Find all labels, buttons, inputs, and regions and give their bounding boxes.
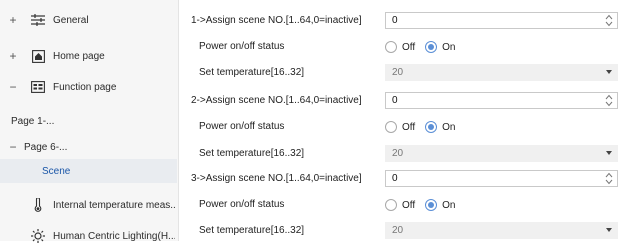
sidebar-item-human-centric-lighting[interactable]: Human Centric Lighting(H... — [0, 224, 177, 248]
power-status-label: Power on/off status — [199, 41, 285, 52]
assign-scene-input[interactable]: 0 — [385, 92, 618, 109]
scene-1-power-row: Power on/off status Off On — [179, 35, 622, 59]
spin-arrows-icon[interactable] — [605, 172, 613, 185]
scene-3-assign-row: 3->Assign scene NO.[1..64,0=inactive] 0 — [179, 167, 622, 191]
temperature-select[interactable]: 20 — [385, 145, 618, 162]
power-on-label: On — [442, 199, 456, 211]
power-on-radio[interactable] — [425, 121, 438, 133]
sidebar-item-home-page[interactable]: + Home page — [0, 44, 177, 68]
function-page-icon — [30, 80, 46, 94]
set-temperature-label: Set temperature[16..32] — [199, 67, 305, 78]
sidebar-item-label: Internal temperature meas... — [53, 199, 175, 211]
scene-settings-panel: 1->Assign scene NO.[1..64,0=inactive] 0 … — [179, 0, 622, 241]
power-off-label: Off — [402, 41, 416, 53]
assign-scene-label: 2->Assign scene NO.[1..64,0=inactive] — [191, 95, 362, 106]
set-temperature-label: Set temperature[16..32] — [199, 225, 305, 236]
power-off-label: Off — [402, 199, 416, 211]
scene-2-power-row: Power on/off status Off On — [179, 115, 622, 139]
temperature-value: 20 — [392, 225, 404, 236]
sidebar-item-internal-temperature[interactable]: Internal temperature meas... — [0, 193, 177, 217]
power-radio-group: Off On — [385, 193, 466, 217]
sidebar-item-label: Function page — [53, 81, 117, 93]
power-radio-group: Off On — [385, 35, 466, 59]
assign-scene-input[interactable]: 0 — [385, 12, 618, 29]
sidebar-item-function-page[interactable]: − Function page — [0, 75, 177, 99]
scene-2-assign-row: 2->Assign scene NO.[1..64,0=inactive] 0 — [179, 89, 622, 113]
power-status-label: Power on/off status — [199, 199, 285, 210]
assign-scene-value: 0 — [392, 173, 398, 184]
temperature-select[interactable]: 20 — [385, 64, 618, 81]
power-on-label: On — [442, 121, 456, 133]
sliders-icon — [30, 13, 46, 27]
sidebar-item-label: Page 1-... — [11, 115, 55, 127]
sidebar-item-page-6[interactable]: − Page 6-... — [0, 135, 177, 159]
scene-3-temperature-row: Set temperature[16..32] 20 °C — [179, 219, 622, 243]
power-radio-group: Off On — [385, 115, 466, 139]
assign-scene-label: 1->Assign scene NO.[1..64,0=inactive] — [191, 15, 362, 26]
sidebar-item-page-1[interactable]: Page 1-... — [0, 109, 177, 133]
assign-scene-value: 0 — [392, 95, 398, 106]
home-icon — [30, 49, 46, 63]
sidebar-item-label: Scene — [42, 165, 71, 177]
power-off-label: Off — [402, 121, 416, 133]
temperature-select[interactable]: 20 — [385, 222, 618, 239]
sidebar: + General + Home page − Function page Pa… — [0, 0, 179, 243]
temperature-value: 20 — [392, 148, 404, 159]
power-on-radio[interactable] — [425, 41, 438, 53]
power-off-radio[interactable] — [385, 41, 397, 53]
power-on-label: On — [442, 41, 456, 53]
collapse-toggle[interactable]: − — [8, 80, 18, 94]
chevron-down-icon — [606, 228, 612, 232]
sidebar-item-label: Page 6-... — [24, 141, 68, 153]
assign-scene-input[interactable]: 0 — [385, 170, 618, 187]
scene-2-temperature-row: Set temperature[16..32] 20 °C — [179, 142, 622, 166]
temperature-value: 20 — [392, 67, 404, 78]
assign-scene-label: 3->Assign scene NO.[1..64,0=inactive] — [191, 173, 362, 184]
chevron-down-icon — [606, 151, 612, 155]
expand-toggle[interactable]: + — [8, 49, 18, 63]
power-status-label: Power on/off status — [199, 121, 285, 132]
sidebar-item-label: General — [53, 14, 89, 26]
power-off-radio[interactable] — [385, 199, 397, 211]
scene-1-assign-row: 1->Assign scene NO.[1..64,0=inactive] 0 — [179, 9, 622, 33]
chevron-down-icon — [606, 70, 612, 74]
collapse-toggle[interactable]: − — [8, 140, 18, 154]
sidebar-item-scene[interactable]: Scene — [0, 159, 177, 183]
power-on-radio[interactable] — [425, 199, 438, 211]
thermometer-icon — [30, 198, 46, 212]
spin-arrows-icon[interactable] — [605, 94, 613, 107]
spin-arrows-icon[interactable] — [605, 14, 613, 27]
power-off-radio[interactable] — [385, 121, 397, 133]
scene-1-temperature-row: Set temperature[16..32] 20 °C — [179, 61, 622, 85]
sidebar-item-label: Human Centric Lighting(H... — [53, 230, 175, 242]
expand-toggle[interactable]: + — [8, 13, 18, 27]
set-temperature-label: Set temperature[16..32] — [199, 148, 305, 159]
sidebar-item-general[interactable]: + General — [0, 8, 177, 32]
scene-3-power-row: Power on/off status Off On — [179, 193, 622, 217]
assign-scene-value: 0 — [392, 15, 398, 26]
sidebar-item-label: Home page — [53, 50, 105, 62]
